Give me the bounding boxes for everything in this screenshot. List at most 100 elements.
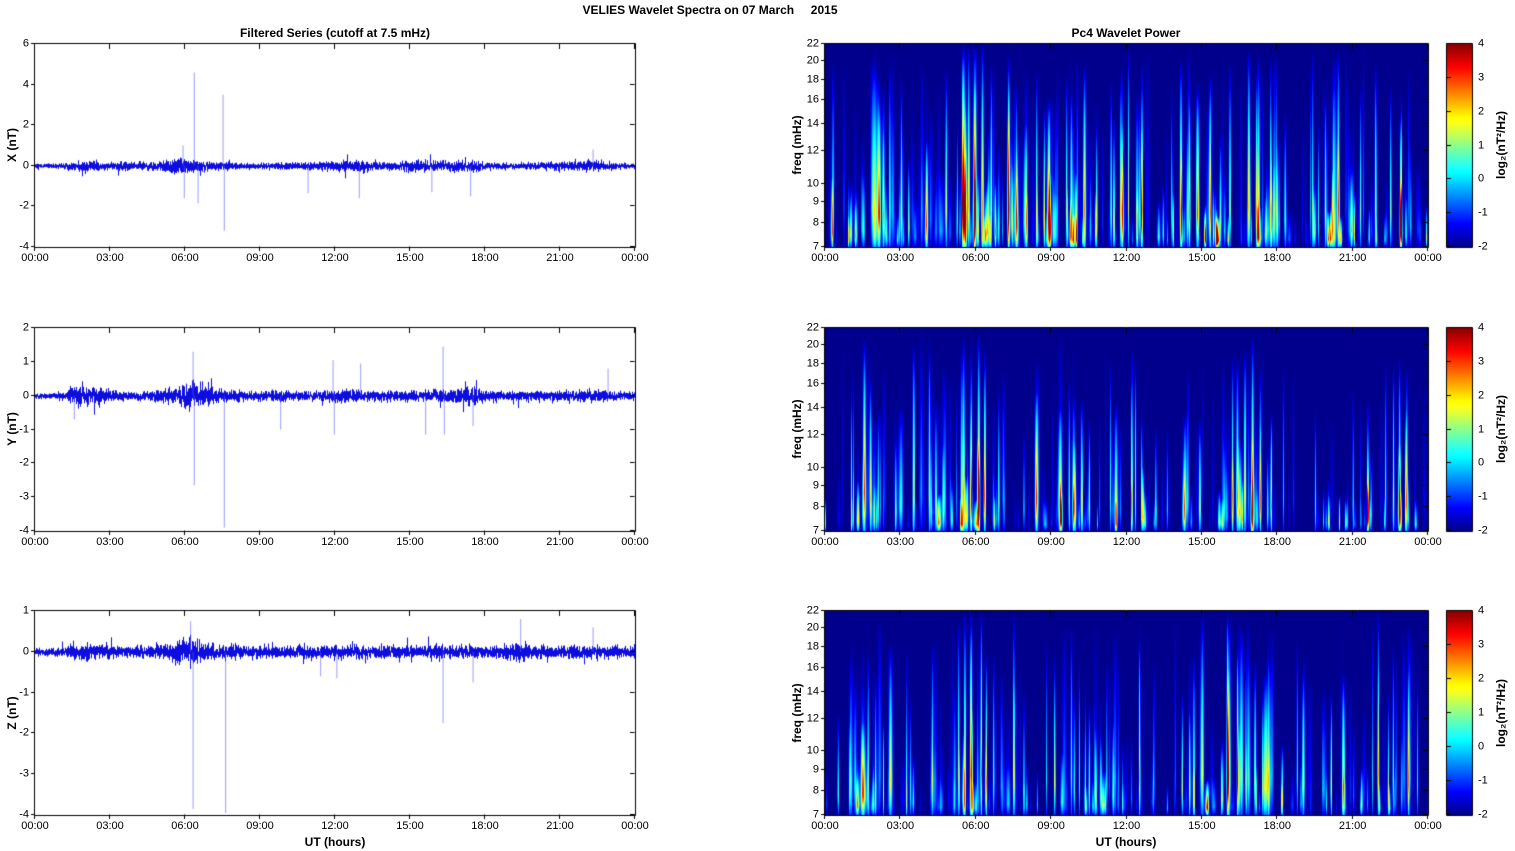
x-tick-label: 09:00: [246, 536, 274, 548]
figure-title: VELIES Wavelet Spectra on 07 March 2015: [582, 3, 838, 17]
x-tick-label: 03:00: [886, 820, 915, 832]
x-tick-label: 06:00: [961, 252, 990, 264]
x-tick-label: 00:00: [811, 820, 839, 832]
colorbar-tick-label: 3: [1478, 71, 1485, 84]
freq-tick-label: 12: [806, 712, 819, 725]
x-tick-label: 12:00: [1112, 252, 1141, 264]
x-tick-label: 09:00: [1037, 536, 1065, 548]
colorbar-tick-label: -2: [1478, 524, 1488, 537]
y-axis-label-y-nt: Y (nT): [5, 412, 19, 446]
freq-tick-label: 12: [806, 428, 819, 441]
y-axis-label-x-nt: X (nT): [5, 128, 19, 162]
x-tick-label: 03:00: [96, 820, 124, 832]
freq-tick-label: 14: [806, 117, 819, 130]
colorbar-tick-label: 4: [1478, 37, 1485, 50]
freq-tick-label: 18: [806, 357, 819, 370]
colorbar-tick-label: 1: [1478, 706, 1485, 719]
ut-hours-label-right: UT (hours): [1095, 835, 1157, 849]
freq-tick-label: 7: [812, 524, 819, 537]
y-tick-label: -3: [19, 490, 29, 503]
freq-tick-label: 16: [806, 377, 819, 390]
x-tick-label: 09:00: [246, 252, 274, 264]
x-tick-label: 00:00: [811, 536, 839, 548]
x-tick-label: 06:00: [961, 820, 990, 832]
x-tick-label: 09:00: [1037, 820, 1065, 832]
freq-tick-label: 16: [806, 661, 819, 674]
freq-tick-label: 8: [812, 784, 819, 797]
freq-tick-label: 10: [806, 177, 819, 190]
colorbar-tick-label: 0: [1478, 172, 1485, 185]
x-tick-label: 09:00: [1037, 252, 1065, 264]
y-tick-label: -2: [19, 199, 29, 212]
x-tick-label: 18:00: [471, 820, 499, 832]
freq-tick-label: 10: [806, 461, 819, 474]
x-tick-label: 18:00: [471, 252, 499, 264]
x-tick-label: 06:00: [171, 820, 199, 832]
freq-axis-label-middle: freq (mHz): [790, 399, 804, 459]
freq-tick-label: 10: [806, 744, 819, 757]
x-tick-label: 15:00: [1188, 820, 1216, 832]
y-tick-label: 1: [22, 604, 29, 617]
freq-tick-label: 9: [812, 195, 819, 208]
freq-tick-label: 7: [812, 808, 819, 821]
ut-hours-label-left: UT (hours): [304, 835, 366, 849]
freq-tick-label: 16: [806, 93, 819, 106]
filtered-series-title: Filtered Series (cutoff at 7.5 mHz): [239, 26, 431, 40]
x-tick-label: 18:00: [1263, 536, 1292, 548]
freq-tick-label: 14: [806, 685, 819, 698]
x-tick-label: 09:00: [246, 820, 274, 832]
x-tick-label: 12:00: [1112, 820, 1141, 832]
colorbar-tick-label: -1: [1478, 774, 1488, 787]
x-tick-label: 06:00: [171, 252, 199, 264]
colorbar-label-middle: log₂(nT²/Hz): [1494, 395, 1508, 463]
colorbar-label-top: log₂(nT²/Hz): [1494, 111, 1508, 179]
x-tick-label: 00:00: [21, 820, 49, 832]
figure-canvas: [0, 0, 1515, 851]
y-tick-label: 1: [22, 355, 29, 368]
colorbar-tick-label: 4: [1478, 321, 1485, 334]
x-tick-label: 15:00: [1188, 536, 1216, 548]
freq-tick-label: 18: [806, 73, 819, 86]
x-tick-label: 12:00: [321, 536, 349, 548]
colorbar-tick-label: -1: [1478, 490, 1488, 503]
y-tick-label: -2: [19, 456, 29, 469]
x-tick-label: 03:00: [886, 536, 915, 548]
y-tick-label: -3: [19, 767, 29, 780]
freq-axis-label-bottom: freq (mHz): [790, 683, 804, 743]
x-tick-label: 15:00: [396, 252, 424, 264]
colorbar-tick-label: -1: [1478, 206, 1488, 219]
x-tick-label: 12:00: [321, 252, 349, 264]
colorbar-tick-label: 4: [1478, 604, 1485, 617]
x-tick-label: 21:00: [546, 252, 574, 264]
x-tick-label: 00:00: [621, 252, 649, 264]
x-tick-label: 06:00: [171, 536, 199, 548]
freq-tick-label: 22: [806, 37, 819, 50]
colorbar-tick-label: 3: [1478, 355, 1485, 368]
x-tick-label: 15:00: [396, 820, 424, 832]
colorbar-tick-label: 2: [1478, 105, 1485, 118]
freq-tick-label: 22: [806, 604, 819, 617]
x-tick-label: 03:00: [96, 252, 124, 264]
y-tick-label: 0: [22, 645, 29, 658]
y-tick-label: -1: [19, 686, 29, 699]
colorbar-tick-label: 0: [1478, 740, 1485, 753]
x-tick-label: 21:00: [546, 536, 574, 548]
colorbar-tick-label: 0: [1478, 456, 1485, 469]
x-tick-label: 12:00: [1112, 536, 1141, 548]
y-tick-label: -4: [19, 524, 29, 537]
freq-tick-label: 22: [806, 321, 819, 334]
colorbar-tick-label: 3: [1478, 638, 1485, 651]
wavelet-spectra-figure: VELIES Wavelet Spectra on 07 March 2015 …: [0, 0, 1515, 851]
freq-tick-label: 7: [812, 240, 819, 253]
y-tick-label: 6: [22, 37, 29, 50]
x-tick-label: 00:00: [21, 252, 49, 264]
colorbar-tick-label: 1: [1478, 423, 1485, 435]
freq-tick-label: 18: [806, 640, 819, 653]
x-tick-label: 21:00: [1338, 820, 1367, 832]
x-tick-label: 00:00: [1414, 536, 1442, 548]
x-tick-label: 06:00: [961, 536, 990, 548]
colorbar-tick-label: 2: [1478, 672, 1485, 685]
x-tick-label: 00:00: [811, 252, 839, 264]
y-tick-label: -4: [19, 808, 29, 821]
y-tick-label: 4: [22, 78, 29, 91]
